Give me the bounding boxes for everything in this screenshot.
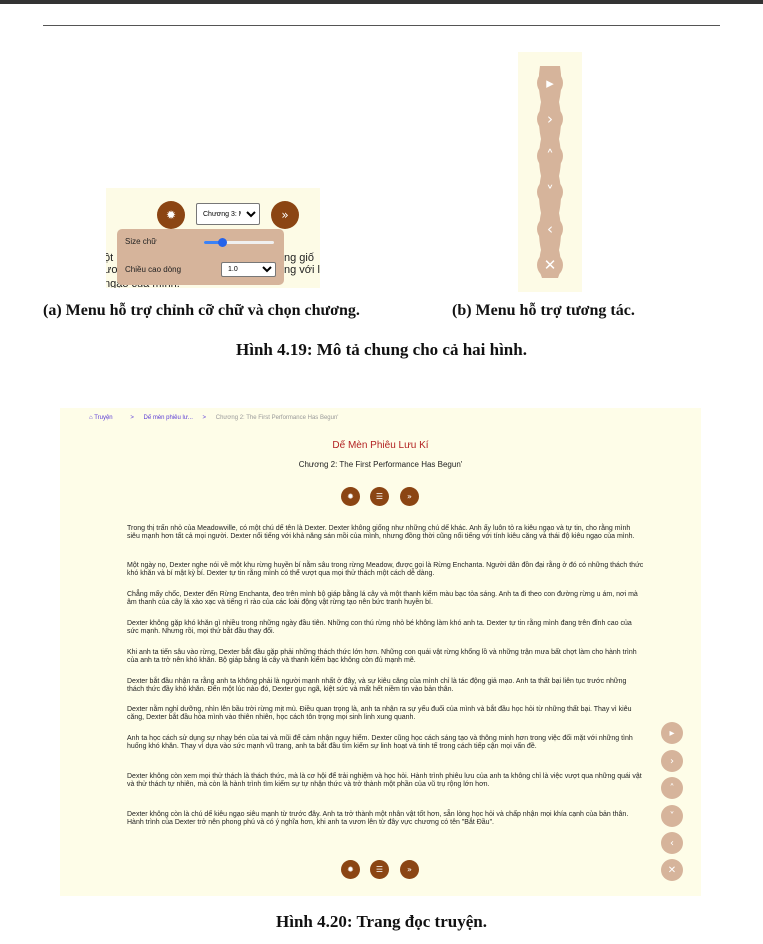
chevron-up-icon: ˄ (669, 782, 675, 794)
header-rule (43, 25, 720, 26)
breadcrumb-chapter: Chương 2: The First Performance Has Begu… (215, 415, 339, 421)
chevron-down-icon: ˅ (546, 183, 554, 201)
chevron-right-icon: › (547, 110, 553, 128)
gear-icon: ✹ (347, 865, 354, 874)
gear-icon: ✹ (347, 492, 354, 501)
side-chevron-up-button[interactable]: ˄ (661, 777, 683, 799)
chevron-up-button[interactable]: ˄ (537, 143, 563, 169)
list-button[interactable]: ☰ (370, 860, 389, 879)
chevron-left-icon: ‹ (547, 220, 553, 238)
next-chapter-button[interactable]: » (271, 201, 299, 229)
close-button[interactable]: ✕ (537, 252, 563, 278)
double-chevron-right-button[interactable]: » (400, 860, 419, 879)
figure-420-caption: Hình 4.20: Trang đọc truyện. (276, 912, 487, 931)
story-paragraph: Dexter không còn xem mọi thử thách là th… (127, 773, 642, 789)
side-play-button[interactable]: ▸ (661, 722, 683, 744)
side-chevron-left-button[interactable]: ‹ (661, 832, 683, 854)
chevron-down-button[interactable]: ˅ (537, 179, 563, 205)
breadcrumb-sep: > (130, 415, 134, 421)
background-text-line: ng với l (284, 264, 320, 276)
story-paragraph: Dexter không còn là chú dế kiêu ngạo siê… (127, 811, 629, 827)
story-title: Dế Mèn Phiêu Lưu Kí (332, 440, 429, 451)
breadcrumb-sep: > (202, 415, 207, 421)
font-size-label: Size chữ (125, 237, 157, 246)
line-height-select[interactable]: 1.0 (221, 262, 276, 277)
play-button[interactable]: ▸ (537, 70, 563, 96)
chapter-title: Chương 2: The First Performance Has Begu… (298, 460, 463, 469)
double-chevron-right-icon: » (407, 492, 412, 501)
story-paragraph: Trong thị trấn nhỏ của Meadowville, có m… (127, 525, 635, 541)
play-icon: ▸ (546, 74, 554, 92)
story-paragraph: Khi anh ta tiến sâu vào rừng, Dexter bắt… (127, 649, 637, 665)
story-paragraph: Một ngày nọ, Dexter nghe nói về một khu … (127, 562, 644, 578)
breadcrumb-story[interactable]: Dế mèn phiêu lư... (144, 415, 193, 421)
close-icon: ✕ (667, 864, 677, 876)
double-chevron-right-button[interactable]: » (400, 487, 419, 506)
breadcrumb-home[interactable]: ⌂ Truyện (89, 415, 121, 421)
chevron-right-button[interactable]: › (537, 106, 563, 132)
story-paragraph: Dexter không gặp khó khăn gì nhiều trong… (127, 620, 632, 636)
story-paragraph: Dexter nằm nghỉ dưỡng, nhìn lên bầu trời… (127, 706, 632, 722)
story-paragraph: Anh ta học cách sử dụng sự nhạy bén của … (127, 735, 633, 751)
list-icon: ☰ (375, 865, 384, 874)
figure-b-caption: (b) Menu hỗ trợ tương tác. (452, 302, 635, 319)
side-close-button[interactable]: ✕ (661, 859, 683, 881)
gear-button[interactable]: ✹ (341, 487, 360, 506)
chevron-left-button[interactable]: ‹ (537, 216, 563, 242)
double-chevron-right-icon: » (407, 865, 412, 874)
chapter-select[interactable]: Chương 3: My l (196, 203, 260, 225)
gear-button[interactable]: ✹ (341, 860, 360, 879)
font-chapter-menu-figure: ột ng giố ươ ng với l ngạo của mình. ✹ C… (106, 188, 320, 288)
list-icon: ☰ (375, 492, 384, 501)
reading-page-figure: ⌂ Truyện > Dế mèn phiêu lư... > Chương 2… (60, 408, 701, 896)
gear-icon: ✹ (165, 208, 177, 222)
line-height-label: Chiều cao dòng (125, 265, 182, 274)
chevron-left-icon: ‹ (670, 837, 674, 849)
figure-419-caption: Hình 4.19: Mô tả chung cho cả hai hình. (236, 340, 527, 359)
settings-button[interactable]: ✹ (157, 201, 185, 229)
close-icon: ✕ (543, 256, 557, 274)
chevron-down-icon: ˅ (669, 810, 675, 822)
chevron-up-icon: ˄ (546, 147, 554, 165)
story-paragraph: Dexter bắt đầu nhận ra rằng anh ta không… (127, 678, 627, 694)
list-button[interactable]: ☰ (370, 487, 389, 506)
settings-popup: Size chữ Chiều cao dòng 1.0 (117, 229, 284, 285)
play-icon: ▸ (669, 727, 675, 739)
double-chevron-right-icon: » (281, 208, 289, 222)
side-chevron-right-button[interactable]: › (661, 750, 683, 772)
side-chevron-down-button[interactable]: ˅ (661, 805, 683, 827)
interaction-menu-figure: ▸ › ˄ ˅ ‹ ✕ (518, 52, 582, 292)
breadcrumb: ⌂ Truyện > Dế mèn phiêu lư... > Chương 2… (89, 415, 346, 421)
story-paragraph: Chẳng mấy chốc, Dexter đến Rừng Enchanta… (127, 591, 638, 607)
slider-knob[interactable] (217, 238, 227, 247)
breadcrumb-home-label: Truyện (94, 415, 113, 421)
font-size-slider[interactable] (204, 238, 274, 247)
top-border (0, 0, 763, 4)
figure-a-caption: (a) Menu hỗ trợ chỉnh cỡ chữ và chọn chư… (43, 302, 360, 319)
chevron-right-icon: › (670, 755, 674, 767)
